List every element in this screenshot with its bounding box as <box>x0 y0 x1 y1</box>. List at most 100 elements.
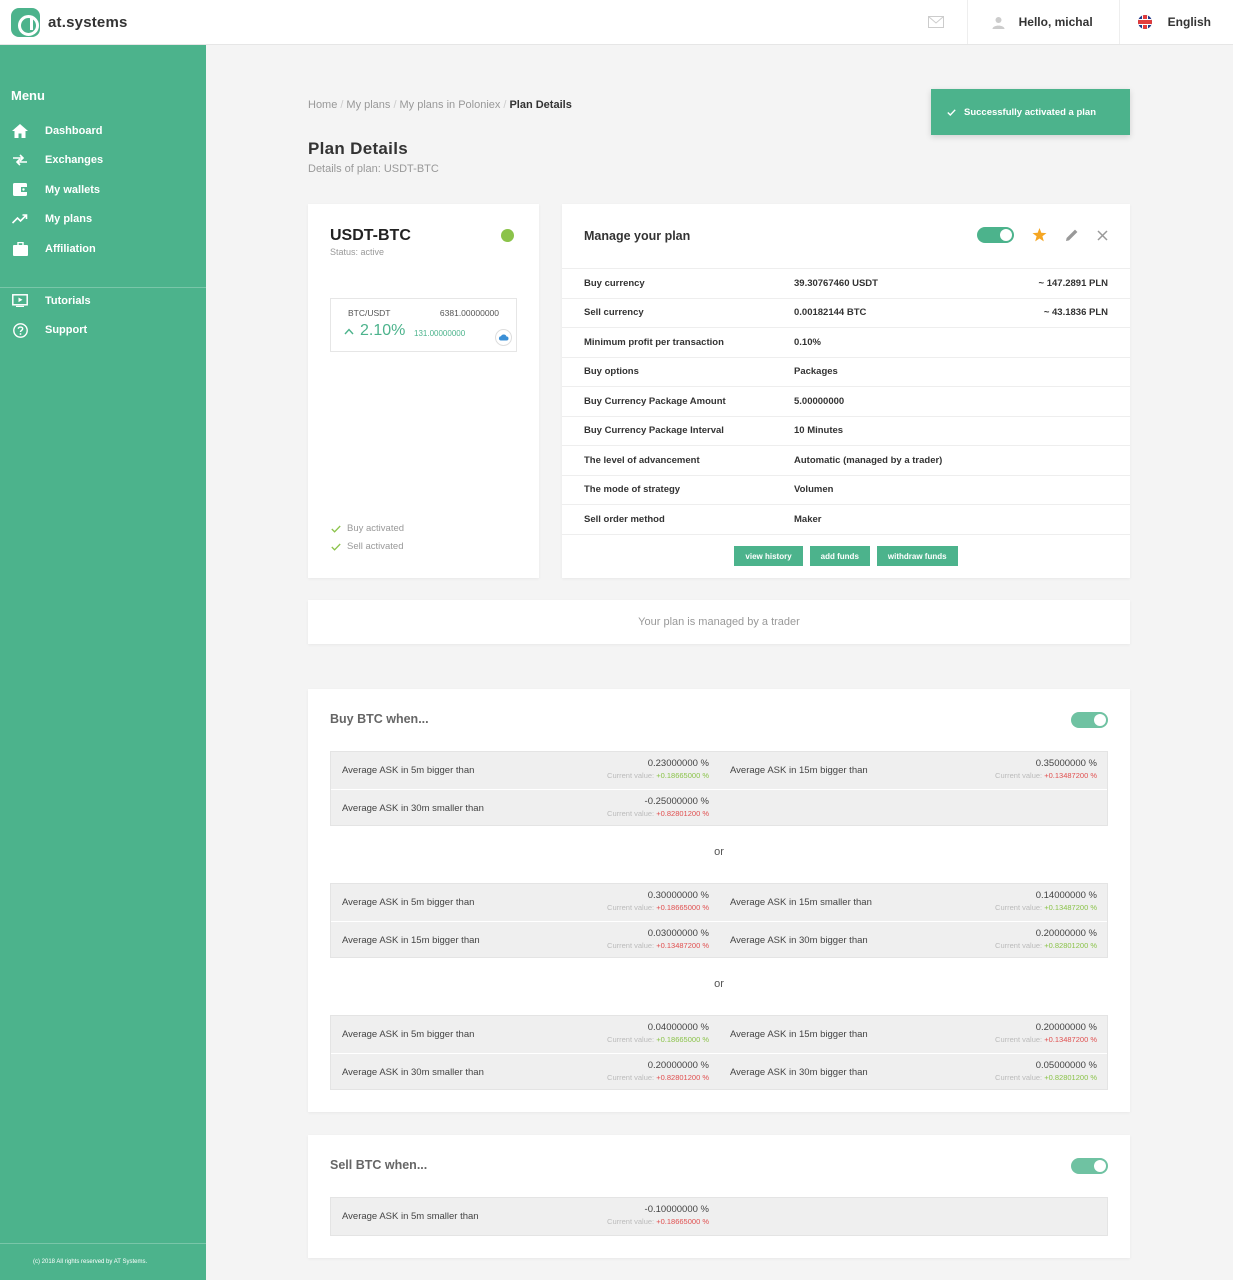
condition-row: Average ASK in 30m smaller than -0.250000… <box>331 788 1107 826</box>
condition-threshold: 0.35000000 % <box>1035 758 1097 769</box>
sell-activated-label: Sell activated <box>347 541 404 552</box>
plan-action-buttons: view history add funds withdraw funds <box>562 546 1130 566</box>
condition-current: Current value: +0.82801200 % <box>995 941 1097 950</box>
manage-plan-card: Manage your plan Buy currency 39.30767460… <box>562 204 1130 578</box>
buy-activated-label: Buy activated <box>347 523 405 534</box>
breadcrumb-my-plans[interactable]: My plans <box>346 99 390 111</box>
sell-rules-toggle[interactable] <box>1071 1158 1108 1174</box>
current-value-prefix: Current value: <box>607 771 657 780</box>
current-value: +0.82801200 % <box>1044 1072 1097 1082</box>
secondary-nav: Tutorials Support <box>0 286 206 345</box>
sidebar-item-affiliation[interactable]: Affiliation <box>0 234 206 264</box>
withdraw-funds-button[interactable]: withdraw funds <box>876 546 958 566</box>
condition: Average ASK in 15m smaller than 0.1400000… <box>719 884 1097 921</box>
row-key: Buy Currency Package Amount <box>584 395 726 407</box>
condition: Average ASK in 30m bigger than 0.05000000… <box>719 1054 1097 1091</box>
sell-activated: Sell activated <box>331 541 404 552</box>
table-row: The level of advancement Automatic (manag… <box>562 446 1130 476</box>
mail-button[interactable] <box>906 0 968 44</box>
language-selector[interactable]: English <box>1120 0 1233 44</box>
current-value: +0.82801200 % <box>1044 940 1097 950</box>
condition: Average ASK in 5m bigger than 0.23000000 … <box>331 752 709 789</box>
row-key: Sell currency <box>584 307 644 319</box>
condition: Average ASK in 15m bigger than 0.35000000… <box>719 752 1097 789</box>
pair-card: USDT-BTC Status: active BTC/USDT 6381.00… <box>308 204 539 578</box>
condition-current: Current value: +0.18665000 % <box>607 1035 709 1044</box>
condition-row: Average ASK in 5m bigger than 0.23000000 … <box>331 752 1107 789</box>
condition-row: Average ASK in 5m bigger than 0.04000000 … <box>331 1016 1107 1053</box>
status-indicator <box>501 229 514 242</box>
breadcrumb: Home / My plans / My plans in Poloniex / Plan … <box>308 99 572 111</box>
view-history-button[interactable]: view history <box>734 546 803 566</box>
condition-row: Average ASK in 30m smaller than 0.2000000… <box>331 1052 1107 1091</box>
condition-threshold: -0.10000000 % <box>644 1204 709 1215</box>
sidebar-item-tutorials[interactable]: Tutorials <box>0 286 206 316</box>
row-value: 0.10% <box>794 336 821 348</box>
buy-rules-toggle[interactable] <box>1071 712 1108 728</box>
sidebar-item-exchanges[interactable]: Exchanges <box>0 146 206 176</box>
logo[interactable]: at.systems <box>11 8 128 37</box>
edit-button[interactable] <box>1065 228 1079 242</box>
current-value-prefix: Current value: <box>995 771 1045 780</box>
condition: Average ASK in 5m bigger than 0.30000000 … <box>331 884 709 921</box>
manage-actions <box>977 227 1108 243</box>
sidebar-item-wallets[interactable]: My wallets <box>0 175 206 205</box>
current-value: +0.13487200 % <box>1044 903 1097 912</box>
logo-icon <box>11 8 40 37</box>
sidebar-item-dashboard[interactable]: Dashboard <box>0 116 206 146</box>
breadcrumb-home[interactable]: Home <box>308 99 337 111</box>
current-value-prefix: Current value: <box>607 1035 657 1044</box>
row-key: Buy options <box>584 366 639 378</box>
buy-activated: Buy activated <box>331 523 404 534</box>
condition-threshold: 0.20000000 % <box>1035 927 1097 939</box>
current-value-prefix: Current value: <box>607 808 657 818</box>
exchange-cloud-icon <box>495 329 512 346</box>
condition-current: Current value: +0.13487200 % <box>995 903 1097 912</box>
plan-active-toggle[interactable] <box>977 227 1014 243</box>
condition-current: Current value: +0.13487200 % <box>607 941 709 950</box>
condition-group: Average ASK in 5m smaller than -0.1000000… <box>330 1197 1108 1236</box>
top-bar: at.systems Hello, michal English <box>0 0 1233 45</box>
sidebar-item-plans[interactable]: My plans <box>0 205 206 235</box>
condition-current: Current value: +0.82801200 % <box>607 1073 709 1082</box>
current-value-prefix: Current value: <box>607 1072 657 1082</box>
current-value-prefix: Current value: <box>995 903 1045 912</box>
add-funds-button[interactable]: add funds <box>809 546 870 566</box>
breadcrumb-current: Plan Details <box>509 99 572 111</box>
condition-label: Average ASK in 15m bigger than <box>730 1029 868 1040</box>
user-greeting: Hello, michal <box>1018 15 1093 29</box>
user-menu[interactable]: Hello, michal <box>968 0 1120 44</box>
close-icon <box>1097 229 1108 241</box>
breadcrumb-poloniex-plans[interactable]: My plans in Poloniex <box>400 99 501 111</box>
condition-label: Average ASK in 30m smaller than <box>342 802 484 814</box>
row-value: 10 Minutes <box>794 425 844 437</box>
sell-rules-card: Sell BTC when... Average ASK in 5m small… <box>308 1135 1130 1258</box>
row-key: The mode of strategy <box>584 484 681 496</box>
main-nav: Dashboard Exchanges My wallets My plans … <box>0 116 206 264</box>
check-icon <box>331 543 341 551</box>
row-key: Buy currency <box>584 277 645 289</box>
sidebar-item-label: Exchanges <box>45 154 104 167</box>
play-icon <box>12 293 28 309</box>
condition-current: Current value: +0.13487200 % <box>995 1035 1097 1044</box>
sidebar-item-support[interactable]: Support <box>0 316 206 346</box>
current-value-prefix: Current value: <box>995 1072 1045 1082</box>
row-key: Sell order method <box>584 513 665 525</box>
current-value: +0.18665000 % <box>656 771 709 780</box>
ticker-widget[interactable]: BTC/USDT 6381.00000000 2.10% 131.0000000… <box>330 298 517 352</box>
condition-current: Current value: +0.82801200 % <box>607 809 709 818</box>
row-value: Automatic (managed by a trader) <box>794 454 943 466</box>
current-value: +0.82801200 % <box>656 1072 709 1082</box>
trend-icon <box>12 211 28 227</box>
condition-label: Average ASK in 30m smaller than <box>342 1066 484 1078</box>
success-toast[interactable]: Successfully activated a plan <box>931 89 1130 135</box>
condition-threshold: -0.25000000 % <box>644 795 709 807</box>
condition: Average ASK in 30m smaller than 0.2000000… <box>331 1054 709 1091</box>
condition-threshold: 0.14000000 % <box>1035 890 1097 901</box>
row-value: Maker <box>794 513 822 525</box>
table-row: Sell currency 0.00182144 BTC ~ 43.1836 PLN <box>562 299 1130 328</box>
current-value: +0.13487200 % <box>1044 771 1097 780</box>
favorite-button[interactable] <box>1032 228 1047 242</box>
close-button[interactable] <box>1097 229 1108 241</box>
table-row: Buy options Packages <box>562 358 1130 387</box>
